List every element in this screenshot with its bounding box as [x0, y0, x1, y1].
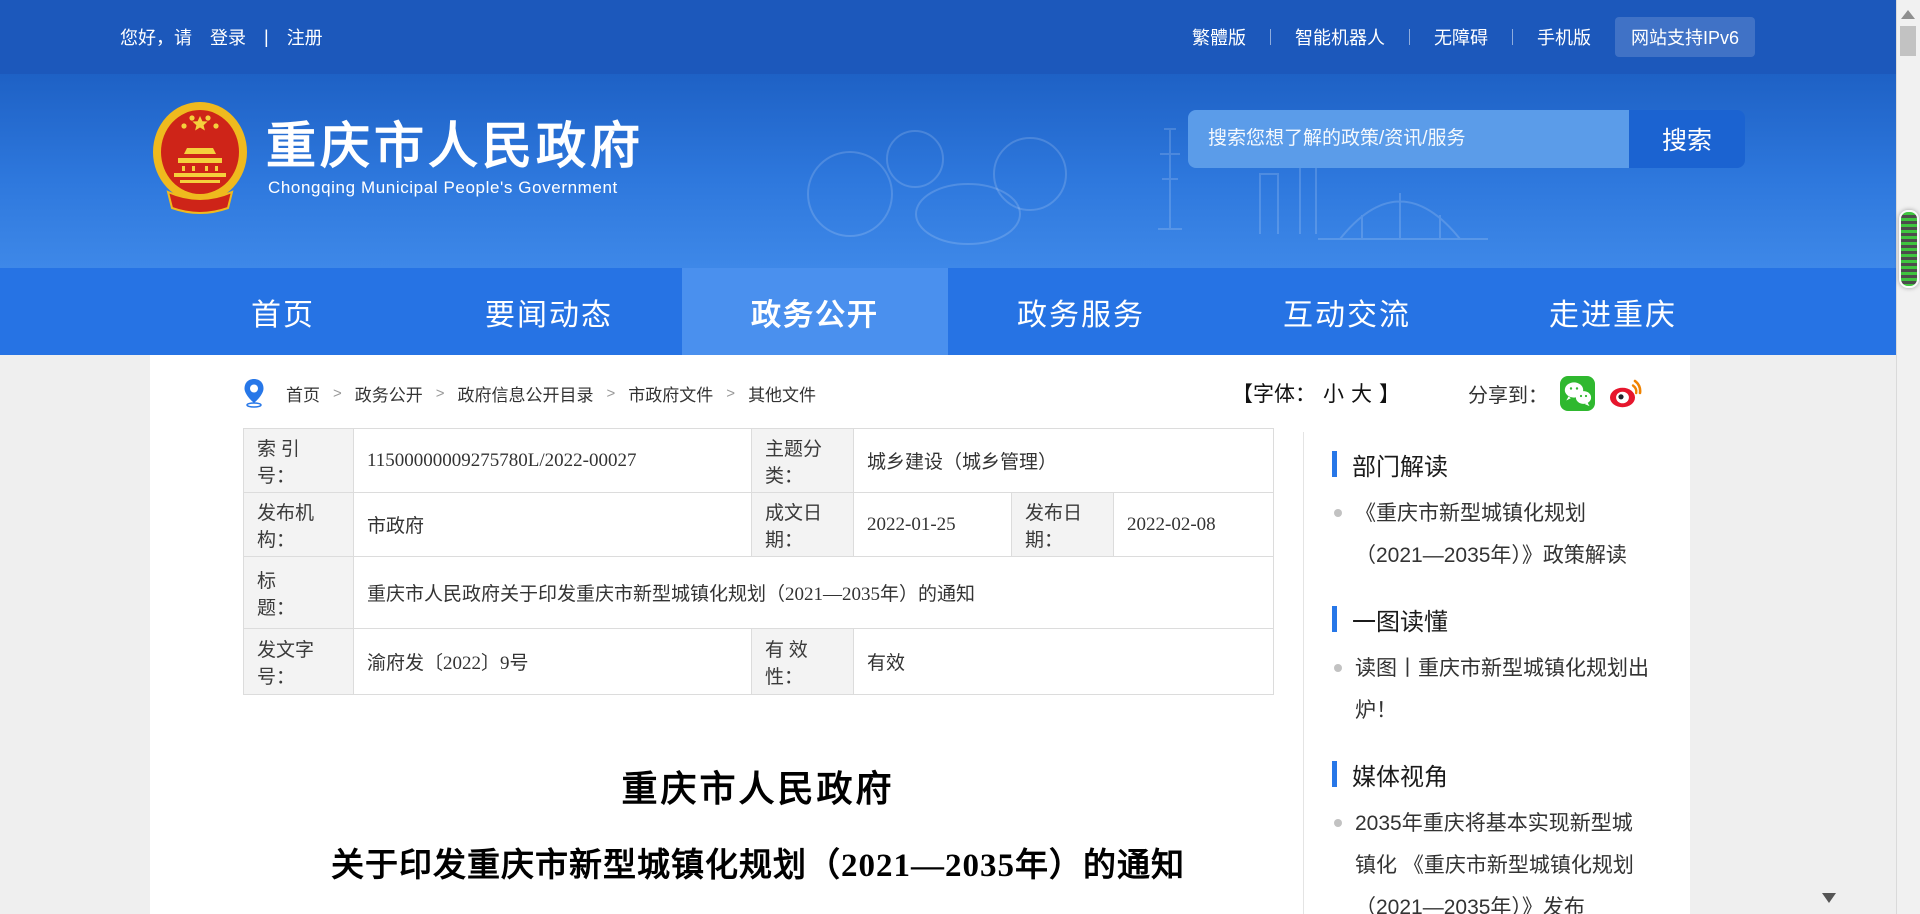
- login-link[interactable]: 登录: [210, 24, 246, 50]
- share-label: 分享到：: [1468, 379, 1548, 408]
- section-accent-bar: [1332, 606, 1337, 632]
- meta-agency-label: 发布机构：: [244, 493, 354, 557]
- sidebar-link-text: 2035年重庆将基本实现新型城 镇化 《重庆市新型城镇化规划 （2021—203…: [1355, 803, 1634, 914]
- breadcrumb-other-docs[interactable]: 其他文件: [748, 381, 816, 406]
- meta-doc-number-value: 渝府发〔2022〕9号: [354, 629, 752, 695]
- smart-robot-link[interactable]: 智能机器人: [1295, 24, 1385, 50]
- meta-written-date-label: 成文日期：: [752, 493, 854, 557]
- breadcrumb-gov-open[interactable]: 政务公开: [355, 381, 423, 406]
- separator: [1409, 29, 1410, 45]
- font-control-prefix: 【字体：: [1232, 378, 1316, 408]
- wechat-icon[interactable]: [1560, 376, 1595, 411]
- separator: [1270, 29, 1271, 45]
- nav-tab-home[interactable]: 首页: [150, 268, 416, 355]
- login-register-divider: |: [264, 27, 269, 48]
- meta-validity-value: 有效: [854, 629, 1274, 695]
- font-larger-button[interactable]: 大: [1351, 378, 1372, 408]
- document-issuer: 重庆市人民政府: [243, 760, 1273, 812]
- meta-topic-label: 主题分类：: [752, 429, 854, 493]
- meta-publish-date-value: 2022-02-08: [1114, 493, 1274, 557]
- section-accent-bar: [1332, 451, 1337, 477]
- document-title: 关于印发重庆市新型城镇化规划（2021—2035年）的通知: [243, 838, 1273, 886]
- doc-meta-table: 索 引 号： 11500000009275780L/2022-00027 主题分…: [243, 428, 1274, 695]
- breadcrumb-separator: >: [333, 385, 342, 402]
- sidebar-link-item[interactable]: 2035年重庆将基本实现新型城 镇化 《重庆市新型城镇化规划 （2021—203…: [1334, 803, 1682, 914]
- scrollbar-thumb[interactable]: [1900, 26, 1916, 56]
- traditional-chinese-link[interactable]: 繁體版: [1192, 24, 1246, 50]
- main-nav: 首页 要闻动态 政务公开 政务服务 互动交流 走进重庆: [0, 268, 1896, 355]
- scrollbar-track[interactable]: [1896, 0, 1920, 914]
- weibo-icon[interactable]: [1607, 376, 1643, 411]
- section-header: 部门解读: [1332, 448, 1682, 480]
- site-title: 重庆市人民政府: [266, 106, 644, 178]
- breadcrumb-info-catalog[interactable]: 政府信息公开目录: [458, 381, 594, 406]
- document-heading: 重庆市人民政府 关于印发重庆市新型城镇化规划（2021—2035年）的通知 渝府…: [243, 760, 1273, 914]
- section-title: 一图读懂: [1352, 602, 1448, 637]
- location-pin-icon: [243, 378, 265, 408]
- nav-tab-news[interactable]: 要闻动态: [416, 268, 682, 355]
- site-subtitle: Chongqing Municipal People's Government: [268, 178, 618, 198]
- breadcrumb-home[interactable]: 首页: [286, 381, 320, 406]
- section-accent-bar: [1332, 761, 1337, 787]
- meta-doc-number-label: 发文字号：: [244, 629, 354, 695]
- sidebar-link-item[interactable]: 《重庆市新型城镇化规划 （2021—2035年）》政策解读: [1334, 493, 1682, 577]
- section-header: 媒体视角: [1332, 758, 1682, 790]
- breadcrumb-separator: >: [436, 385, 445, 402]
- font-size-control: 【字体： 小 大 】: [1232, 372, 1400, 414]
- page: 您好，请 登录 | 注册 繁體版 智能机器人 无障碍 手机版 网站支持IPv6: [0, 0, 1920, 914]
- meta-index-value: 11500000009275780L/2022-00027: [354, 429, 752, 493]
- scroll-progress-indicator: [1899, 210, 1919, 288]
- scroll-up-arrow-icon[interactable]: [1901, 10, 1915, 19]
- breadcrumb: 首页 > 政务公开 > 政府信息公开目录 > 市政府文件 > 其他文件: [243, 372, 816, 414]
- sidebar-link-text: 读图丨重庆市新型城镇化规划出 炉！: [1355, 648, 1649, 732]
- sidebar-section-infographic: 一图读懂 读图丨重庆市新型城镇化规划出 炉！: [1332, 603, 1682, 732]
- nav-tab-gov-services[interactable]: 政务服务: [948, 268, 1214, 355]
- nav-tab-interaction[interactable]: 互动交流: [1214, 268, 1480, 355]
- site-header: 重庆市人民政府 Chongqing Municipal People's Gov…: [0, 74, 1896, 268]
- scroll-down-arrow-icon: [1822, 893, 1836, 903]
- section-title: 媒体视角: [1352, 757, 1448, 792]
- search-bar: 搜索: [1188, 110, 1745, 168]
- register-link[interactable]: 注册: [287, 24, 323, 50]
- meta-topic-value: 城乡建设（城乡管理）: [854, 429, 1274, 493]
- breadcrumb-city-docs[interactable]: 市政府文件: [628, 381, 713, 406]
- font-smaller-button[interactable]: 小: [1323, 378, 1344, 408]
- accessibility-link[interactable]: 无障碍: [1434, 24, 1488, 50]
- nav-tab-gov-open[interactable]: 政务公开: [682, 268, 948, 355]
- share-bar: 分享到：: [1468, 372, 1643, 414]
- sidebar: 部门解读 《重庆市新型城镇化规划 （2021—2035年）》政策解读 一图读懂 …: [1332, 448, 1682, 914]
- skyline-decoration: [700, 74, 1600, 268]
- search-button[interactable]: 搜索: [1629, 110, 1745, 168]
- bullet-icon: [1334, 664, 1342, 672]
- meta-agency-value: 市政府: [354, 493, 752, 557]
- content-sidebar-divider: [1303, 432, 1304, 914]
- sidebar-link-text: 《重庆市新型城镇化规划 （2021—2035年）》政策解读: [1355, 493, 1627, 577]
- separator: [1512, 29, 1513, 45]
- breadcrumb-separator: >: [607, 385, 616, 402]
- mobile-version-link[interactable]: 手机版: [1537, 24, 1591, 50]
- breadcrumb-separator: >: [726, 385, 735, 402]
- bullet-icon: [1334, 509, 1342, 517]
- sidebar-section-department-interpretation: 部门解读 《重庆市新型城镇化规划 （2021—2035年）》政策解读: [1332, 448, 1682, 577]
- section-header: 一图读懂: [1332, 603, 1682, 635]
- sidebar-section-media-view: 媒体视角 2035年重庆将基本实现新型城 镇化 《重庆市新型城镇化规划 （202…: [1332, 758, 1682, 914]
- meta-written-date-value: 2022-01-25: [854, 493, 1012, 557]
- section-title: 部门解读: [1352, 447, 1448, 482]
- greeting-text: 您好，请: [120, 24, 192, 50]
- search-input[interactable]: [1188, 110, 1629, 168]
- sidebar-link-item[interactable]: 读图丨重庆市新型城镇化规划出 炉！: [1334, 648, 1682, 732]
- meta-title-value: 重庆市人民政府关于印发重庆市新型城镇化规划（2021—2035年）的通知: [354, 557, 1274, 629]
- meta-title-label: 标 题：: [244, 557, 354, 629]
- meta-validity-label: 有 效 性：: [752, 629, 854, 695]
- ipv6-badge[interactable]: 网站支持IPv6: [1615, 17, 1755, 57]
- bullet-icon: [1334, 819, 1342, 827]
- meta-index-label: 索 引 号：: [244, 429, 354, 493]
- national-emblem-icon: [150, 96, 250, 222]
- nav-tab-about-chongqing[interactable]: 走进重庆: [1480, 268, 1746, 355]
- font-control-suffix: 】: [1379, 378, 1400, 408]
- topbar: 您好，请 登录 | 注册 繁體版 智能机器人 无障碍 手机版 网站支持IPv6: [0, 0, 1896, 74]
- meta-publish-date-label: 发布日期：: [1012, 493, 1114, 557]
